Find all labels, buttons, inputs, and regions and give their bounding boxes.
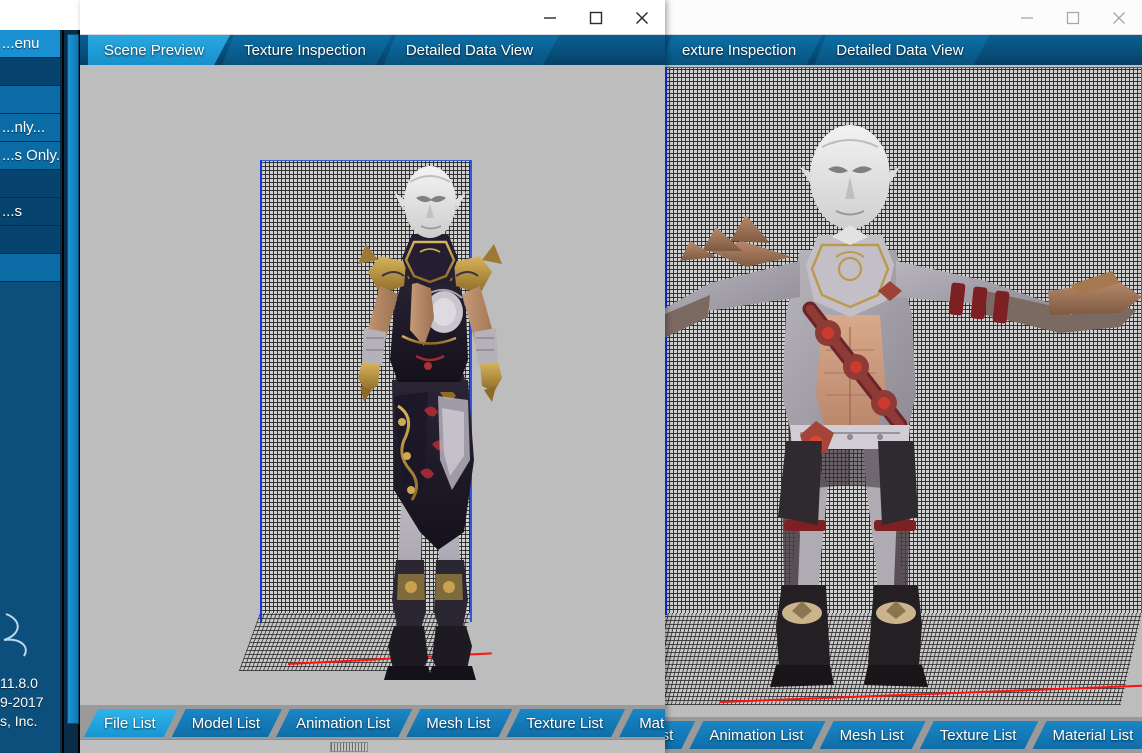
- app-version: 11.8.0: [0, 674, 60, 693]
- tab-texture-inspection[interactable]: Texture Inspection: [222, 35, 392, 65]
- character-model-female[interactable]: [328, 160, 528, 705]
- background-menu-item[interactable]: ...nly...: [0, 114, 60, 142]
- window-texture-viewer-primary[interactable]: Scene Preview Texture Inspection Detaile…: [80, 0, 665, 753]
- minimize-icon[interactable]: [527, 0, 573, 35]
- bottom-tab-strip-primary[interactable]: File List Model List Animation List Mesh…: [80, 705, 665, 739]
- title-bar-primary[interactable]: [80, 0, 665, 35]
- title-bar-secondary[interactable]: [660, 0, 1142, 35]
- tab-label: Detailed Data View: [836, 42, 963, 59]
- bottom-tab-label: Mesh List: [840, 727, 904, 744]
- tab-texture-inspection[interactable]: exture Inspection: [660, 35, 822, 65]
- maximize-icon[interactable]: [1050, 0, 1096, 35]
- background-vertical-scrollbar[interactable]: [62, 30, 80, 753]
- floor-axis-z-line: [260, 160, 262, 622]
- bottom-tab-label: Animation List: [296, 715, 390, 732]
- close-icon[interactable]: [1096, 0, 1142, 35]
- bottom-tab-label: Mesh List: [426, 715, 490, 732]
- window-texture-viewer-secondary[interactable]: exture Inspection Detailed Data View: [660, 0, 1142, 753]
- bottom-tab-animation-list[interactable]: Animation List: [276, 709, 412, 737]
- bottom-tab-model-list[interactable]: Model List: [172, 709, 282, 737]
- window-controls-primary: [527, 0, 665, 35]
- bottom-tab-label: File List: [104, 715, 156, 732]
- bottom-tab-label: Texture List: [940, 727, 1017, 744]
- bottom-tab-mesh-list[interactable]: Mesh List: [406, 709, 512, 737]
- background-menu-item[interactable]: [0, 226, 60, 254]
- bottom-tab-file-list[interactable]: File List: [84, 709, 178, 737]
- character-model-male[interactable]: [660, 65, 1142, 705]
- app-logo-icon: [0, 610, 58, 658]
- background-menu-item[interactable]: [0, 58, 60, 86]
- bottom-tab-list-partial[interactable]: List: [660, 721, 695, 749]
- screen: Highlight Texture, testing mode, gamma d…: [0, 0, 1142, 753]
- tab-detailed-data-view[interactable]: Detailed Data View: [384, 35, 559, 65]
- app-copyright-years: 9-2017: [0, 693, 60, 712]
- bottom-tab-label: Texture List: [526, 715, 603, 732]
- bottom-tab-strip-secondary[interactable]: List Animation List Mesh List Texture Li…: [660, 717, 1142, 753]
- background-app-footer: 11.8.0 9-2017 s, Inc.: [0, 674, 60, 731]
- viewport-secondary[interactable]: [660, 65, 1142, 717]
- bottom-tab-animation-list[interactable]: Animation List: [689, 721, 825, 749]
- tab-label: exture Inspection: [682, 42, 796, 59]
- maximize-icon[interactable]: [573, 0, 619, 35]
- background-menu-panel[interactable]: ...enu ...nly... ...s Only... ...s 11.8.…: [0, 30, 62, 753]
- close-icon[interactable]: [619, 0, 665, 35]
- app-company: s, Inc.: [0, 712, 60, 731]
- background-menu-item[interactable]: [0, 254, 60, 282]
- horizontal-scrollbar-primary[interactable]: [80, 739, 665, 753]
- background-menu-item[interactable]: ...s: [0, 198, 60, 226]
- horizontal-scrollbar-thumb[interactable]: [330, 742, 368, 752]
- window-controls-secondary: [1004, 0, 1142, 35]
- tab-label: Detailed Data View: [406, 42, 533, 59]
- minimize-icon[interactable]: [1004, 0, 1050, 35]
- bottom-tab-material-list[interactable]: Material Lst: [619, 709, 665, 737]
- bottom-tab-label: Material List: [1052, 727, 1133, 744]
- background-menu-item[interactable]: [0, 86, 60, 114]
- background-menu-item[interactable]: [0, 170, 60, 198]
- tab-label: Scene Preview: [104, 42, 204, 59]
- tab-detailed-data-view[interactable]: Detailed Data View: [814, 35, 989, 65]
- bottom-tab-texture-list[interactable]: Texture List: [506, 709, 625, 737]
- bottom-tab-label: Material Lst: [639, 715, 665, 732]
- bottom-tab-label: Animation List: [709, 727, 803, 744]
- bottom-tab-label: Model List: [192, 715, 260, 732]
- viewport-primary[interactable]: [80, 65, 665, 705]
- background-scrollbar-thumb[interactable]: [67, 34, 79, 724]
- bottom-tab-material-list[interactable]: Material List: [1032, 721, 1142, 749]
- background-menu-item[interactable]: ...enu: [0, 30, 60, 58]
- top-tab-strip-secondary[interactable]: exture Inspection Detailed Data View: [660, 35, 1142, 65]
- bottom-tab-texture-list[interactable]: Texture List: [920, 721, 1039, 749]
- bottom-tab-mesh-list[interactable]: Mesh List: [820, 721, 926, 749]
- tab-label: Texture Inspection: [244, 42, 366, 59]
- tab-scene-preview[interactable]: Scene Preview: [88, 35, 230, 65]
- top-tab-strip-primary[interactable]: Scene Preview Texture Inspection Detaile…: [80, 35, 665, 65]
- background-menu-item[interactable]: ...s Only...: [0, 142, 60, 170]
